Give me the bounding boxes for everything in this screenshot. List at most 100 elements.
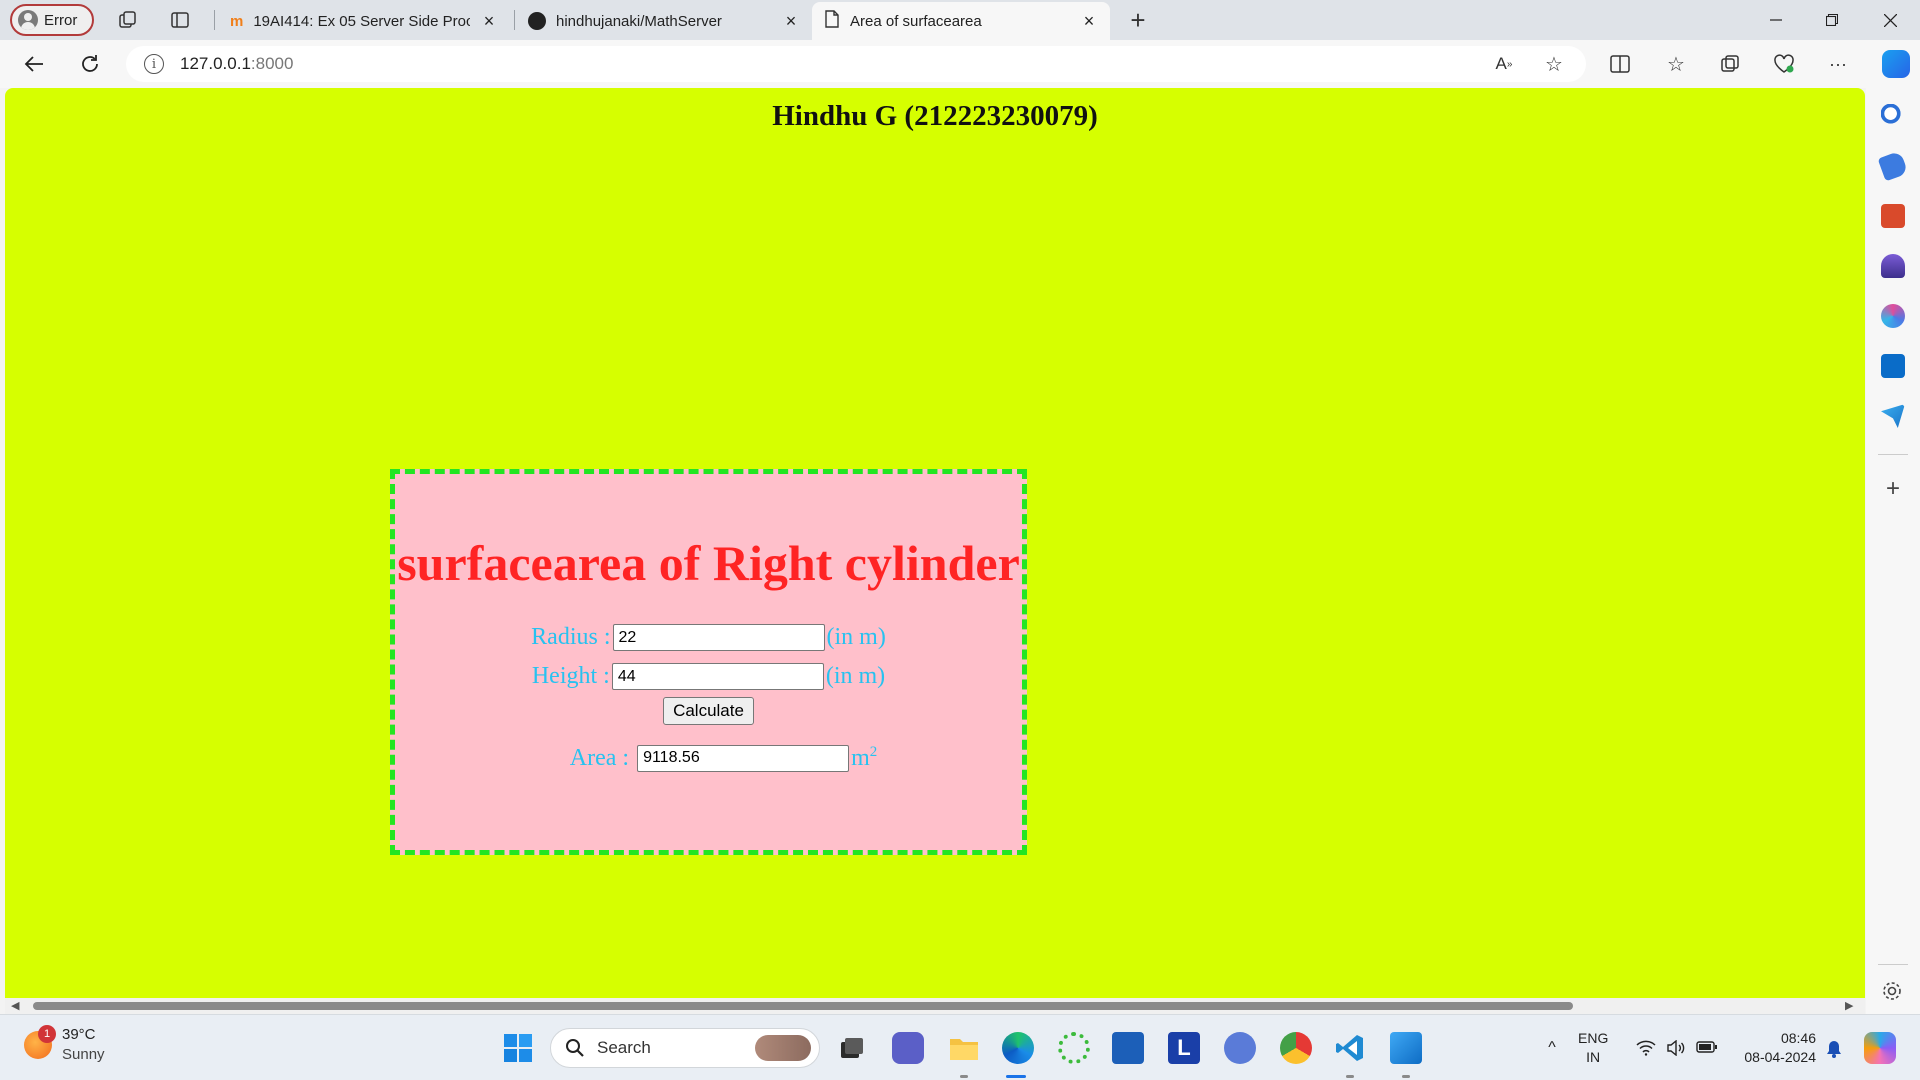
collections-icon[interactable] <box>1718 52 1742 76</box>
shopping-tag-icon[interactable] <box>1877 150 1909 182</box>
wifi-icon[interactable] <box>1636 1040 1656 1056</box>
profile-avatar-icon <box>18 10 38 30</box>
browser-essentials-icon[interactable] <box>1772 52 1796 76</box>
tab-area-of-surfacearea[interactable]: Area of surfacearea × <box>812 2 1110 40</box>
close-window-icon[interactable] <box>1862 0 1918 40</box>
tab-title: hindhujanaki/MathServer <box>556 12 722 30</box>
area-output[interactable] <box>637 744 850 772</box>
language-code: ENG <box>1578 1030 1609 1046</box>
notifications-bell-icon[interactable] <box>1824 1040 1844 1058</box>
radius-row: Radius : (in m) <box>395 624 1022 651</box>
windows-taskbar: 1 39°C Sunny Search L ^ ENG IN 08:46 08-… <box>0 1014 1920 1080</box>
sidebar-settings-gear-icon[interactable] <box>1881 980 1905 1004</box>
tab-actions-icon[interactable] <box>168 8 192 32</box>
battery-icon[interactable] <box>1696 1040 1717 1056</box>
area-unit: m2 <box>851 744 878 771</box>
page-favicon-icon <box>824 10 840 32</box>
tools-briefcase-icon[interactable] <box>1881 204 1905 228</box>
copilot-preview-icon[interactable] <box>1864 1032 1896 1064</box>
area-unit-exponent: 2 <box>869 744 878 760</box>
microsoft-365-icon[interactable] <box>1881 304 1905 328</box>
send-drop-icon[interactable] <box>1881 404 1905 428</box>
back-arrow-icon[interactable] <box>18 48 50 80</box>
refresh-icon[interactable] <box>74 48 106 80</box>
height-row: Height : (in m) <box>395 663 1022 690</box>
file-explorer-icon[interactable] <box>948 1032 980 1064</box>
clock[interactable]: 08:46 08-04-2024 <box>1736 1029 1816 1067</box>
loading-app-icon[interactable] <box>1058 1032 1090 1064</box>
profile-status-label: Error <box>44 11 78 29</box>
calculate-button[interactable]: Calculate <box>663 697 754 725</box>
github-favicon-icon <box>528 12 546 30</box>
sun-icon: 1 <box>24 1025 56 1059</box>
height-label: Height : <box>531 663 610 689</box>
close-tab-icon[interactable]: × <box>782 11 800 32</box>
l-app-icon[interactable]: L <box>1168 1032 1200 1064</box>
more-options-icon[interactable]: ··· <box>1826 52 1850 76</box>
volume-icon[interactable] <box>1666 1039 1686 1057</box>
calculator-title: surfacearea of Right cylinder <box>397 535 1020 591</box>
tab-github[interactable]: hindhujanaki/MathServer × <box>516 2 812 40</box>
photos-app-icon[interactable] <box>1390 1032 1422 1064</box>
close-tab-icon[interactable]: × <box>480 11 498 32</box>
search-highlight-icon <box>755 1035 811 1061</box>
favorites-icon[interactable]: ☆ <box>1664 52 1688 76</box>
tab-moodle[interactable]: m 19AI414: Ex 05 Server Side Proce × <box>218 2 510 40</box>
notification-badge: 1 <box>38 1025 56 1043</box>
chrome-icon[interactable] <box>1280 1032 1312 1064</box>
address-bar[interactable]: i 127.0.0.1:8000 <box>126 46 1586 82</box>
search-icon[interactable] <box>1881 104 1905 128</box>
windows-start-icon[interactable] <box>502 1032 534 1064</box>
new-tab-button[interactable]: + <box>1126 5 1150 35</box>
microsoft-store-icon[interactable] <box>1112 1032 1144 1064</box>
show-hidden-icons-chevron-up-icon[interactable]: ^ <box>1542 1040 1562 1056</box>
temperature: 39°C <box>62 1026 96 1043</box>
favorite-star-icon[interactable]: ☆ <box>1542 52 1566 76</box>
site-info-icon[interactable]: i <box>144 54 164 74</box>
search-placeholder: Search <box>597 1038 651 1057</box>
clock-time: 08:46 <box>1780 1030 1816 1046</box>
add-sidebar-app-icon[interactable]: + <box>1881 477 1905 502</box>
workspaces-icon[interactable] <box>116 8 140 32</box>
page-heading: Hindhu G (212223230079) <box>772 100 1098 132</box>
taskbar-search[interactable]: Search <box>550 1028 820 1068</box>
split-screen-icon[interactable] <box>1608 52 1632 76</box>
region-code: IN <box>1586 1049 1601 1065</box>
radius-unit: (in m) <box>826 624 886 650</box>
scrollbar-thumb[interactable] <box>33 1002 1573 1010</box>
weather-widget[interactable]: 1 39°C Sunny <box>24 1025 105 1065</box>
read-aloud-icon[interactable]: A» <box>1492 52 1516 76</box>
minimize-icon[interactable] <box>1748 0 1804 40</box>
arc-app-icon[interactable] <box>1224 1032 1256 1064</box>
teams-meet-icon[interactable] <box>892 1032 924 1064</box>
weather-condition: Sunny <box>62 1046 105 1063</box>
edge-browser-icon[interactable] <box>1002 1032 1034 1064</box>
edge-sidebar: + <box>1866 88 1920 1014</box>
task-view-icon[interactable] <box>836 1032 868 1064</box>
height-input[interactable] <box>611 663 824 690</box>
search-icon <box>566 1039 584 1057</box>
tab-title: Area of surfacearea <box>850 12 982 30</box>
moodle-favicon-icon: m <box>230 12 244 30</box>
horizontal-scrollbar[interactable]: ◀ ▶ <box>5 998 1865 1014</box>
area-label: Area : <box>569 744 630 771</box>
url-text[interactable]: 127.0.0.1:8000 <box>180 54 293 74</box>
copilot-icon[interactable] <box>1882 50 1910 78</box>
tab-strip: Error m 19AI414: Ex 05 Server Side Proce… <box>0 0 1920 40</box>
area-row: Area : m2 <box>395 744 1022 772</box>
outlook-icon[interactable] <box>1881 354 1905 378</box>
browser-toolbar: i 127.0.0.1:8000 A» ☆ ☆ ··· <box>0 40 1920 88</box>
language-indicator[interactable]: ENG IN <box>1578 1029 1608 1067</box>
radius-label: Radius : <box>531 624 611 650</box>
clock-date: 08-04-2024 <box>1744 1049 1816 1065</box>
height-unit: (in m) <box>825 663 886 689</box>
close-tab-icon[interactable]: × <box>1080 11 1098 32</box>
games-chess-icon[interactable] <box>1881 254 1905 278</box>
radius-input[interactable] <box>612 624 825 651</box>
vscode-icon[interactable] <box>1334 1032 1366 1064</box>
scroll-right-arrow-icon[interactable]: ▶ <box>1845 1000 1857 1012</box>
calculate-row: Calculate <box>395 697 1022 725</box>
profile-button[interactable]: Error <box>10 4 94 36</box>
restore-icon[interactable] <box>1804 0 1860 40</box>
scroll-left-arrow-icon[interactable]: ◀ <box>11 1000 23 1012</box>
